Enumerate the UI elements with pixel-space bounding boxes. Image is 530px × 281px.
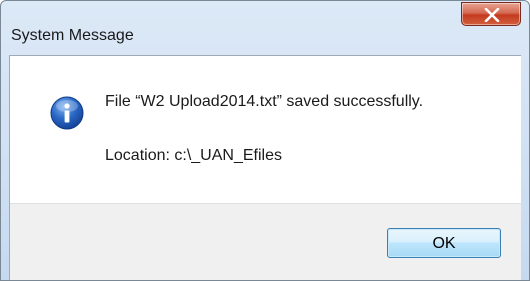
location-text: Location: c:\_UAN_Efiles	[105, 147, 282, 164]
info-icon	[50, 96, 84, 130]
ok-button[interactable]: OK	[387, 228, 501, 258]
dialog-window: System Message File “W2 Upload2014.txt” …	[0, 0, 530, 281]
close-icon	[484, 8, 500, 22]
close-button[interactable]	[461, 2, 521, 26]
title-bar[interactable]: System Message	[1, 1, 529, 44]
dialog-body: File “W2 Upload2014.txt” saved successfu…	[9, 55, 521, 280]
message-area: File “W2 Upload2014.txt” saved successfu…	[10, 56, 521, 203]
button-bar: OK	[10, 203, 521, 280]
window-title: System Message	[11, 27, 134, 44]
message-text: File “W2 Upload2014.txt” saved successfu…	[105, 93, 424, 110]
